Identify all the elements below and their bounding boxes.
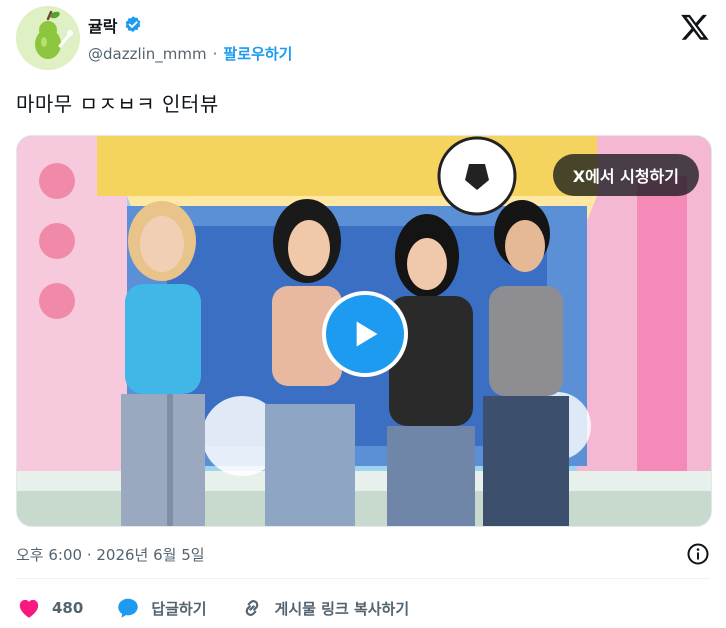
name-row: 귤락 [88, 13, 143, 37]
separator-dot: · [212, 44, 218, 63]
action-bar: 480 답글하기 게시물 링크 복사하기 [16, 594, 441, 622]
divider [16, 578, 710, 579]
verified-badge-icon [126, 16, 141, 33]
pear-avatar-image [16, 6, 80, 70]
like-button[interactable]: 480 [16, 595, 83, 621]
link-icon [245, 600, 258, 616]
reply-label: 답글하기 [151, 599, 207, 618]
person-1 [121, 201, 205, 526]
tweet-header: 귤락 @dazzlin_mmm · 팔로우하기 [16, 6, 716, 70]
tweet-meta: 오후 6:00 · 2026년 6월 5일 [16, 542, 710, 566]
reply-button[interactable]: 답글하기 [115, 595, 207, 621]
handle-row: @dazzlin_mmm · 팔로우하기 [88, 43, 292, 64]
tweet-text: 마마무 ㅁㅈㅂㅋ 인터뷰 [16, 92, 219, 116]
heart-icon [19, 599, 39, 618]
video-player[interactable]: X에서 시청하기 [16, 135, 712, 527]
watch-on-x-button[interactable]: X에서 시청하기 [552, 154, 699, 196]
like-count: 480 [52, 599, 84, 617]
play-icon [356, 321, 378, 347]
avatar[interactable] [16, 6, 80, 70]
reply-bubble-icon [118, 598, 139, 618]
author-display-name[interactable]: 귤락 [88, 13, 117, 37]
play-button[interactable] [322, 291, 408, 377]
copy-link-label: 게시물 링크 복사하기 [274, 599, 410, 618]
x-logo-icon[interactable] [680, 12, 710, 42]
copy-link-button[interactable]: 게시물 링크 복사하기 [239, 595, 410, 621]
author-handle[interactable]: @dazzlin_mmm [88, 45, 207, 63]
timestamp[interactable]: 오후 6:00 · 2026년 6월 5일 [16, 544, 205, 565]
info-icon[interactable] [686, 542, 710, 566]
follow-button[interactable]: 팔로우하기 [223, 43, 292, 64]
